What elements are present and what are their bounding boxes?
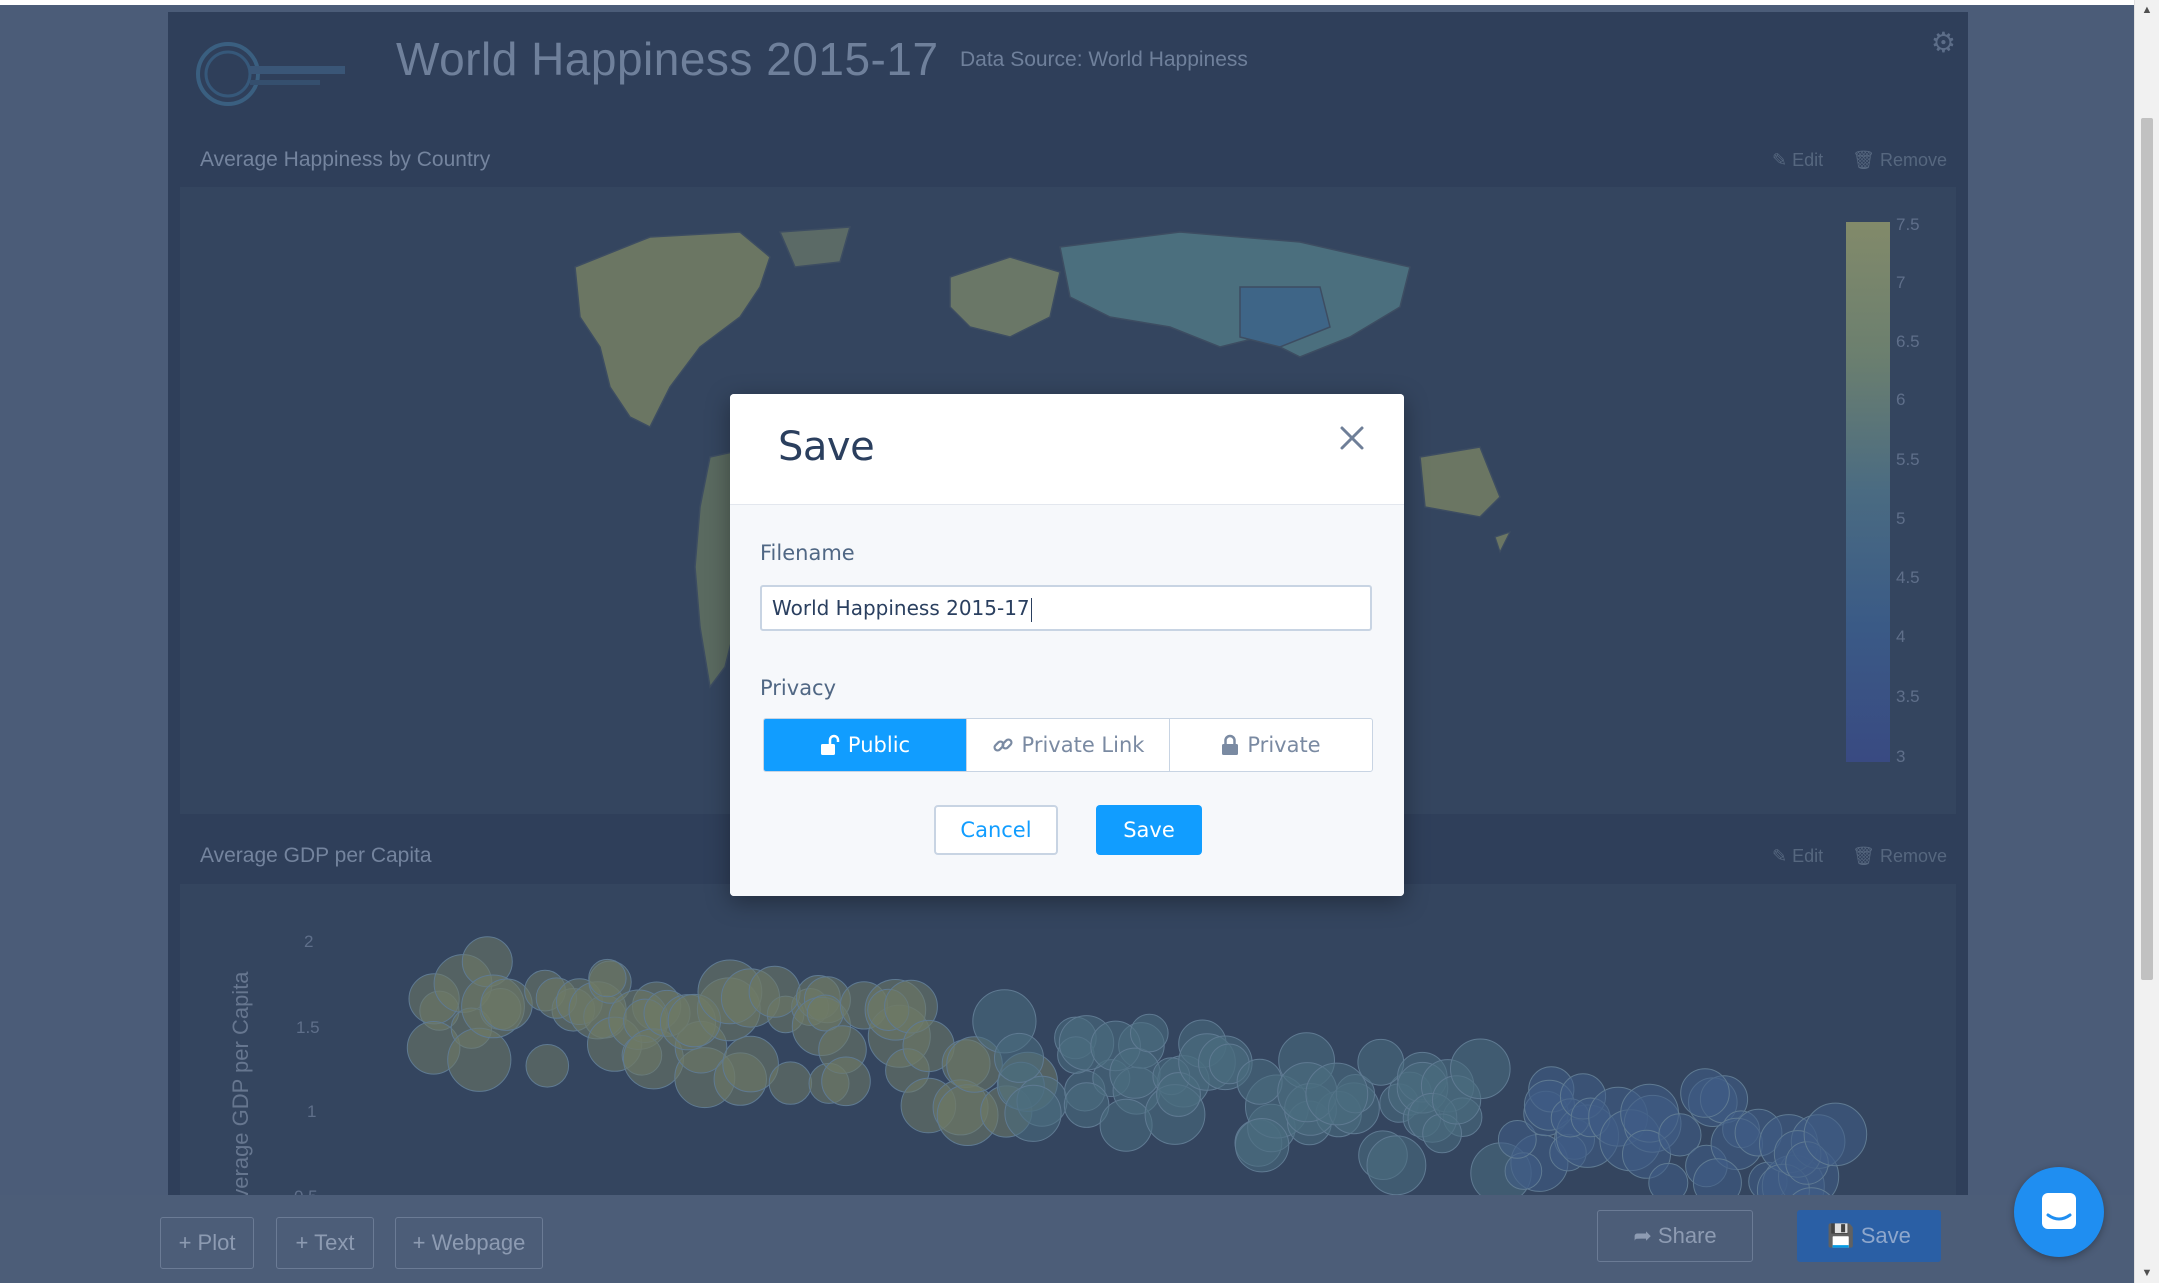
colorbar-tick: 5 bbox=[1896, 509, 1906, 528]
bubble-chart bbox=[406, 936, 1868, 1242]
bubble-point bbox=[1130, 1013, 1169, 1053]
colorbar-tick: 7.5 bbox=[1896, 215, 1920, 234]
share-icon: ➦ bbox=[1633, 1223, 1652, 1248]
floppy-icon: 💾 bbox=[1827, 1223, 1855, 1248]
bottom-toolbar: + Plot + Text + Webpage ➦ Share 💾 Save bbox=[0, 1195, 2135, 1283]
edit-button[interactable]: ✎ Edit bbox=[1772, 150, 1823, 170]
chat-launcher-button[interactable] bbox=[2014, 1167, 2104, 1257]
close-icon[interactable] bbox=[1334, 420, 1370, 456]
dialog-title: Save bbox=[778, 424, 875, 470]
y-tick: 1 bbox=[307, 1102, 317, 1121]
bubble-point bbox=[1004, 1084, 1062, 1142]
y-axis-label: Average GDP per Capita bbox=[228, 971, 253, 1214]
dialog-header: Save bbox=[730, 394, 1404, 505]
add-webpage-button[interactable]: + Webpage bbox=[395, 1217, 543, 1269]
filename-input[interactable]: World Happiness 2015-17 bbox=[760, 585, 1372, 631]
panel-actions-gdp: ✎ Edit 🗑 Remove bbox=[1748, 846, 1947, 867]
bubble-point bbox=[1109, 1047, 1161, 1099]
add-text-button[interactable]: + Text bbox=[276, 1217, 374, 1269]
scroll-down-icon[interactable]: ▼ bbox=[2135, 1263, 2159, 1283]
privacy-public-option[interactable]: Public bbox=[764, 719, 967, 771]
edit-label: Edit bbox=[1792, 150, 1824, 170]
panel-actions-happiness: ✎ Edit 🗑 Remove bbox=[1748, 150, 1947, 171]
bubble-point bbox=[1366, 1135, 1427, 1196]
chat-icon bbox=[2042, 1193, 2076, 1229]
privacy-private-option[interactable]: Private bbox=[1170, 719, 1372, 771]
panel-title-happiness: Average Happiness by Country bbox=[200, 148, 491, 171]
colorbar-tick: 7 bbox=[1896, 273, 1906, 292]
filename-value: World Happiness 2015-17 bbox=[772, 596, 1030, 620]
bubble-point bbox=[806, 994, 844, 1032]
toolbar-save-label: Save bbox=[1860, 1223, 1911, 1248]
privacy-public-label: Public bbox=[847, 733, 911, 757]
gear-icon[interactable]: ⚙ bbox=[1931, 26, 1956, 59]
remove-button[interactable]: 🗑 Remove bbox=[1852, 150, 1947, 170]
remove-button[interactable]: 🗑 Remove bbox=[1852, 846, 1947, 866]
lock-icon bbox=[1222, 734, 1239, 755]
bubble-point bbox=[1234, 1118, 1290, 1173]
dashboard-title: World Happiness 2015-17 bbox=[396, 33, 939, 85]
bubble-point bbox=[525, 1044, 570, 1088]
colorbar-tick: 6 bbox=[1896, 390, 1906, 409]
dialog-body: Filename World Happiness 2015-17 Privacy… bbox=[730, 505, 1404, 896]
colorbar-tick: 4.5 bbox=[1896, 568, 1920, 587]
privacy-toggle-group: Public Private Link Private bbox=[763, 718, 1373, 772]
bubble-point bbox=[748, 965, 801, 1018]
bubble-point bbox=[447, 1027, 512, 1092]
unlock-icon bbox=[820, 734, 840, 755]
bubble-point bbox=[1236, 1058, 1283, 1105]
bubble-point bbox=[588, 958, 627, 998]
remove-label: Remove bbox=[1880, 846, 1948, 866]
colorbar bbox=[1846, 222, 1890, 762]
cancel-button[interactable]: Cancel bbox=[934, 805, 1058, 855]
privacy-private-link-option[interactable]: Private Link bbox=[967, 719, 1170, 771]
bubble-point bbox=[768, 1061, 813, 1105]
link-icon bbox=[993, 738, 1013, 752]
bubble-point bbox=[1803, 1102, 1868, 1167]
add-plot-button[interactable]: + Plot bbox=[160, 1217, 254, 1269]
toolbar-save-button[interactable]: 💾 Save bbox=[1797, 1210, 1941, 1262]
bubble-point bbox=[1450, 1038, 1511, 1100]
remove-label: Remove bbox=[1880, 150, 1948, 170]
bubble-point bbox=[1099, 1098, 1153, 1152]
bubble-point bbox=[994, 1032, 1044, 1083]
bubble-panel: 2 1.5 1 0.5 Average GDP per Capita bbox=[180, 884, 1956, 1242]
scroll-up-icon[interactable]: ▲ bbox=[2135, 0, 2159, 20]
save-button[interactable]: Save bbox=[1096, 805, 1202, 855]
share-label: Share bbox=[1657, 1223, 1717, 1248]
panel-title-gdp: Average GDP per Capita bbox=[200, 844, 432, 867]
privacy-private-label: Private bbox=[1247, 733, 1321, 757]
share-button[interactable]: ➦ Share bbox=[1597, 1210, 1753, 1262]
colorbar-tick: 6.5 bbox=[1896, 332, 1920, 351]
y-tick: 2 bbox=[304, 932, 314, 951]
colorbar-tick: 4 bbox=[1896, 627, 1906, 646]
bubble-point bbox=[1680, 1068, 1730, 1118]
colorbar-tick: 3.5 bbox=[1896, 687, 1920, 706]
scroll-thumb[interactable] bbox=[2141, 118, 2153, 980]
colorbar-tick: 5.5 bbox=[1896, 450, 1920, 469]
colorbar-tick: 3 bbox=[1896, 747, 1906, 766]
text-caret bbox=[1030, 597, 1032, 622]
save-dialog: Save Filename World Happiness 2015-17 Pr… bbox=[730, 394, 1404, 896]
bubble-point bbox=[821, 1056, 871, 1107]
privacy-label: Privacy bbox=[760, 676, 837, 700]
privacy-private-link-label: Private Link bbox=[1021, 733, 1145, 757]
data-source-label: Data Source: World Happiness bbox=[960, 48, 1248, 71]
bubble-point bbox=[1305, 1062, 1369, 1126]
edit-button[interactable]: ✎ Edit bbox=[1772, 846, 1823, 866]
bubble-point bbox=[1357, 1038, 1405, 1086]
page-scrollbar[interactable]: ▲ ▼ bbox=[2134, 0, 2159, 1283]
filename-label: Filename bbox=[760, 541, 855, 565]
logo-icon bbox=[196, 42, 345, 106]
y-tick: 1.5 bbox=[296, 1018, 320, 1037]
bubble-point bbox=[1504, 1152, 1543, 1190]
edit-label: Edit bbox=[1792, 846, 1824, 866]
browser-top-edge bbox=[0, 0, 2135, 5]
